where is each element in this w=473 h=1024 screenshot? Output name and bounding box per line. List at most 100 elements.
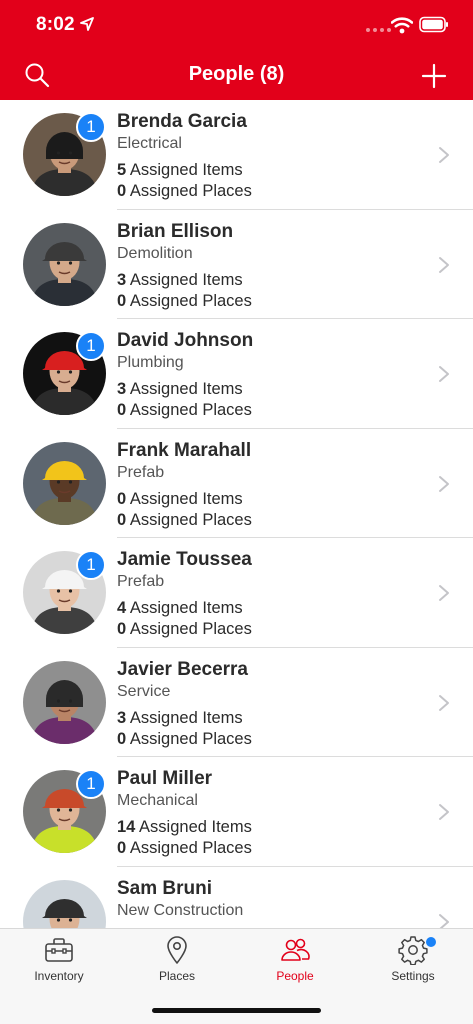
app-header: 8:02 People (8) xyxy=(0,0,473,100)
tab-label-people: People xyxy=(276,969,314,983)
assigned-places-count: 0 xyxy=(117,729,127,748)
person-row[interactable]: 1 David Johnson Plumbing 3 Assigned Item… xyxy=(0,319,473,429)
tab-label-inventory: Inventory xyxy=(34,969,84,983)
person-trade: Plumbing xyxy=(117,354,184,371)
assigned-items-label: Assigned Items xyxy=(139,818,252,836)
people-list: 1 Brenda Garcia Electrical 5 Assigned It… xyxy=(0,100,473,928)
assigned-places-count: 0 xyxy=(117,620,127,638)
assigned-items: 0 Assigned Items xyxy=(117,490,243,509)
home-indicator xyxy=(152,1008,321,1013)
assigned-places: 0 Assigned Places xyxy=(117,730,252,749)
person-name: Paul Miller xyxy=(117,768,213,789)
person-photo xyxy=(23,222,106,306)
tab-places[interactable]: Places xyxy=(118,935,236,991)
assigned-items: 3 Assigned Items xyxy=(117,380,243,399)
tab-inventory[interactable]: Inventory xyxy=(0,935,118,991)
chevron-right-icon xyxy=(439,694,449,711)
assigned-places: 0 Assigned Places xyxy=(117,401,252,420)
person-name: Frank Marahall xyxy=(117,439,252,461)
person-trade: Prefab xyxy=(117,463,165,481)
assigned-places-label: Assigned Places xyxy=(129,510,252,529)
avatar xyxy=(23,222,106,306)
assigned-places-count: 0 xyxy=(117,291,127,310)
person-name: David Johnson xyxy=(117,330,254,351)
assigned-places-label: Assigned Places xyxy=(129,182,252,200)
avatar xyxy=(23,879,106,928)
person-name: Jamie Toussea xyxy=(117,549,252,570)
assigned-items-label: Assigned Items xyxy=(129,380,243,398)
person-trade: New Construction xyxy=(117,901,244,919)
assigned-items-label: Assigned Items xyxy=(129,161,243,179)
person-trade: Demolition xyxy=(117,244,193,262)
chevron-right-icon xyxy=(439,475,449,492)
chevron-right-icon xyxy=(439,913,449,928)
location-pin-icon xyxy=(167,936,187,964)
assigned-items-count: 14 xyxy=(117,818,136,836)
person-photo xyxy=(23,441,106,525)
assigned-items-label: Assigned Items xyxy=(129,599,243,617)
person-name: Brian Ellison xyxy=(117,220,234,242)
assigned-items-count: 0 xyxy=(117,489,127,508)
assigned-items: 3 Assigned Items xyxy=(117,709,243,728)
avatar xyxy=(23,441,106,525)
person-row[interactable]: 1 Jamie Toussea Prefab 4 Assigned Items … xyxy=(0,538,473,648)
assigned-places-label: Assigned Places xyxy=(129,291,252,310)
wifi-icon xyxy=(391,17,413,34)
settings-notification-dot xyxy=(426,937,436,947)
assigned-places-label: Assigned Places xyxy=(129,620,252,638)
person-name: Javier Becerra xyxy=(117,658,248,680)
people-icon xyxy=(281,938,310,961)
person-trade: Mechanical xyxy=(117,792,198,809)
location-arrow-icon xyxy=(80,17,94,31)
assigned-items-label: Assigned Items xyxy=(129,489,243,508)
avatar xyxy=(23,660,106,744)
assigned-places-label: Assigned Places xyxy=(129,729,252,748)
assigned-items-count: 4 xyxy=(117,599,127,617)
chevron-right-icon xyxy=(439,256,449,273)
assigned-places-count: 0 xyxy=(117,839,127,857)
tab-settings[interactable]: Settings xyxy=(354,935,472,991)
status-bar: 8:02 xyxy=(0,0,473,52)
add-icon[interactable] xyxy=(421,63,447,89)
assigned-items: 5 Assigned Items xyxy=(117,161,243,180)
person-name: Brenda Garcia xyxy=(117,111,247,132)
notification-badge: 1 xyxy=(76,550,106,580)
tab-label-places: Places xyxy=(158,969,196,983)
person-photo xyxy=(23,879,106,928)
assigned-items-count: 3 xyxy=(117,708,127,727)
assigned-places-label: Assigned Places xyxy=(129,401,252,419)
person-row[interactable]: Javier Becerra Service 3 Assigned Items … xyxy=(0,648,473,758)
assigned-places: 0 Assigned Places xyxy=(117,292,252,311)
chevron-right-icon xyxy=(439,147,449,163)
chevron-right-icon xyxy=(439,585,449,601)
assigned-places-count: 0 xyxy=(117,182,127,200)
assigned-items-label: Assigned Items xyxy=(129,270,243,289)
person-row[interactable]: 1 Paul Miller Mechanical 14 Assigned Ite… xyxy=(0,757,473,867)
assigned-items-count: 5 xyxy=(117,161,127,179)
cellular-signal-icon xyxy=(366,28,391,32)
assigned-items-label: Assigned Items xyxy=(129,708,243,727)
chevron-right-icon xyxy=(439,366,449,382)
assigned-places: 0 Assigned Places xyxy=(117,182,252,201)
tab-people[interactable]: People xyxy=(236,935,354,991)
gear-icon xyxy=(398,936,428,965)
person-row[interactable]: Frank Marahall Prefab 0 Assigned Items 0… xyxy=(0,429,473,539)
person-trade: Service xyxy=(117,682,171,700)
toolbox-icon xyxy=(45,938,73,962)
person-trade: Prefab xyxy=(117,573,165,590)
assigned-items: 3 Assigned Items xyxy=(117,271,243,290)
battery-icon xyxy=(419,16,448,33)
assigned-places-count: 0 xyxy=(117,401,127,419)
notification-badge: 1 xyxy=(76,112,106,142)
assigned-places: 0 Assigned Places xyxy=(117,839,252,858)
person-row[interactable]: Brian Ellison Demolition 3 Assigned Item… xyxy=(0,210,473,320)
person-name: Sam Bruni xyxy=(117,877,213,899)
assigned-places: 0 Assigned Places xyxy=(117,620,252,639)
page-title: People (8) xyxy=(188,63,285,85)
nav-bar: People (8) xyxy=(0,52,473,100)
assigned-items-count: 3 xyxy=(117,270,127,289)
person-row[interactable]: Sam Bruni New Construction 2 Assigned It… xyxy=(0,867,473,928)
person-row[interactable]: 1 Brenda Garcia Electrical 5 Assigned It… xyxy=(0,100,473,210)
assigned-items: 4 Assigned Items xyxy=(117,599,243,618)
assigned-places-label: Assigned Places xyxy=(129,839,252,857)
